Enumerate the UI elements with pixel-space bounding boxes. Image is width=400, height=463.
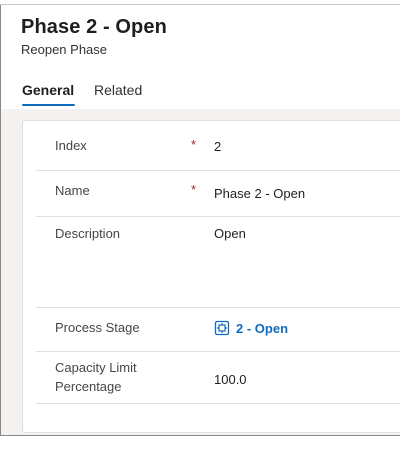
field-label-name: Name <box>55 183 90 198</box>
tab-related[interactable]: Related <box>94 82 142 98</box>
page-subtitle: Reopen Phase <box>21 42 108 57</box>
field-value-index[interactable]: 2 <box>214 139 221 154</box>
process-stage-link[interactable]: 2 - Open <box>214 320 288 336</box>
page-title: Phase 2 - Open <box>21 16 167 38</box>
field-row-index: Index * 2 <box>36 122 400 171</box>
process-stage-value: 2 - Open <box>236 320 289 336</box>
tab-general[interactable]: General <box>22 82 74 98</box>
top-command-strip <box>0 0 400 5</box>
process-stage-icon <box>214 320 230 336</box>
field-label-process-stage: Process Stage <box>55 320 140 335</box>
field-value-name[interactable]: Phase 2 - Open <box>214 186 305 201</box>
field-label-index: Index <box>55 138 87 153</box>
field-label-capacity-limit-line1: Capacity Limit <box>55 360 137 375</box>
field-label-description: Description <box>55 226 121 241</box>
required-marker: * <box>191 137 197 152</box>
form-footer-area <box>0 435 400 463</box>
field-row-description: Description Open <box>36 217 400 308</box>
field-label-capacity-limit: Capacity Limit Percentage <box>55 358 137 396</box>
field-value-capacity-limit[interactable]: 100.0 <box>214 372 247 387</box>
field-value-description[interactable]: Open <box>214 226 246 241</box>
field-row-name: Name * Phase 2 - Open <box>36 171 400 217</box>
field-label-capacity-limit-line2: Percentage <box>55 379 122 394</box>
field-row-process-stage: Process Stage 2 - Open <box>36 308 400 352</box>
field-row-capacity-limit: Capacity Limit Percentage 100.0 <box>36 352 400 404</box>
tab-general-underline <box>22 104 75 106</box>
required-marker: * <box>191 182 197 197</box>
